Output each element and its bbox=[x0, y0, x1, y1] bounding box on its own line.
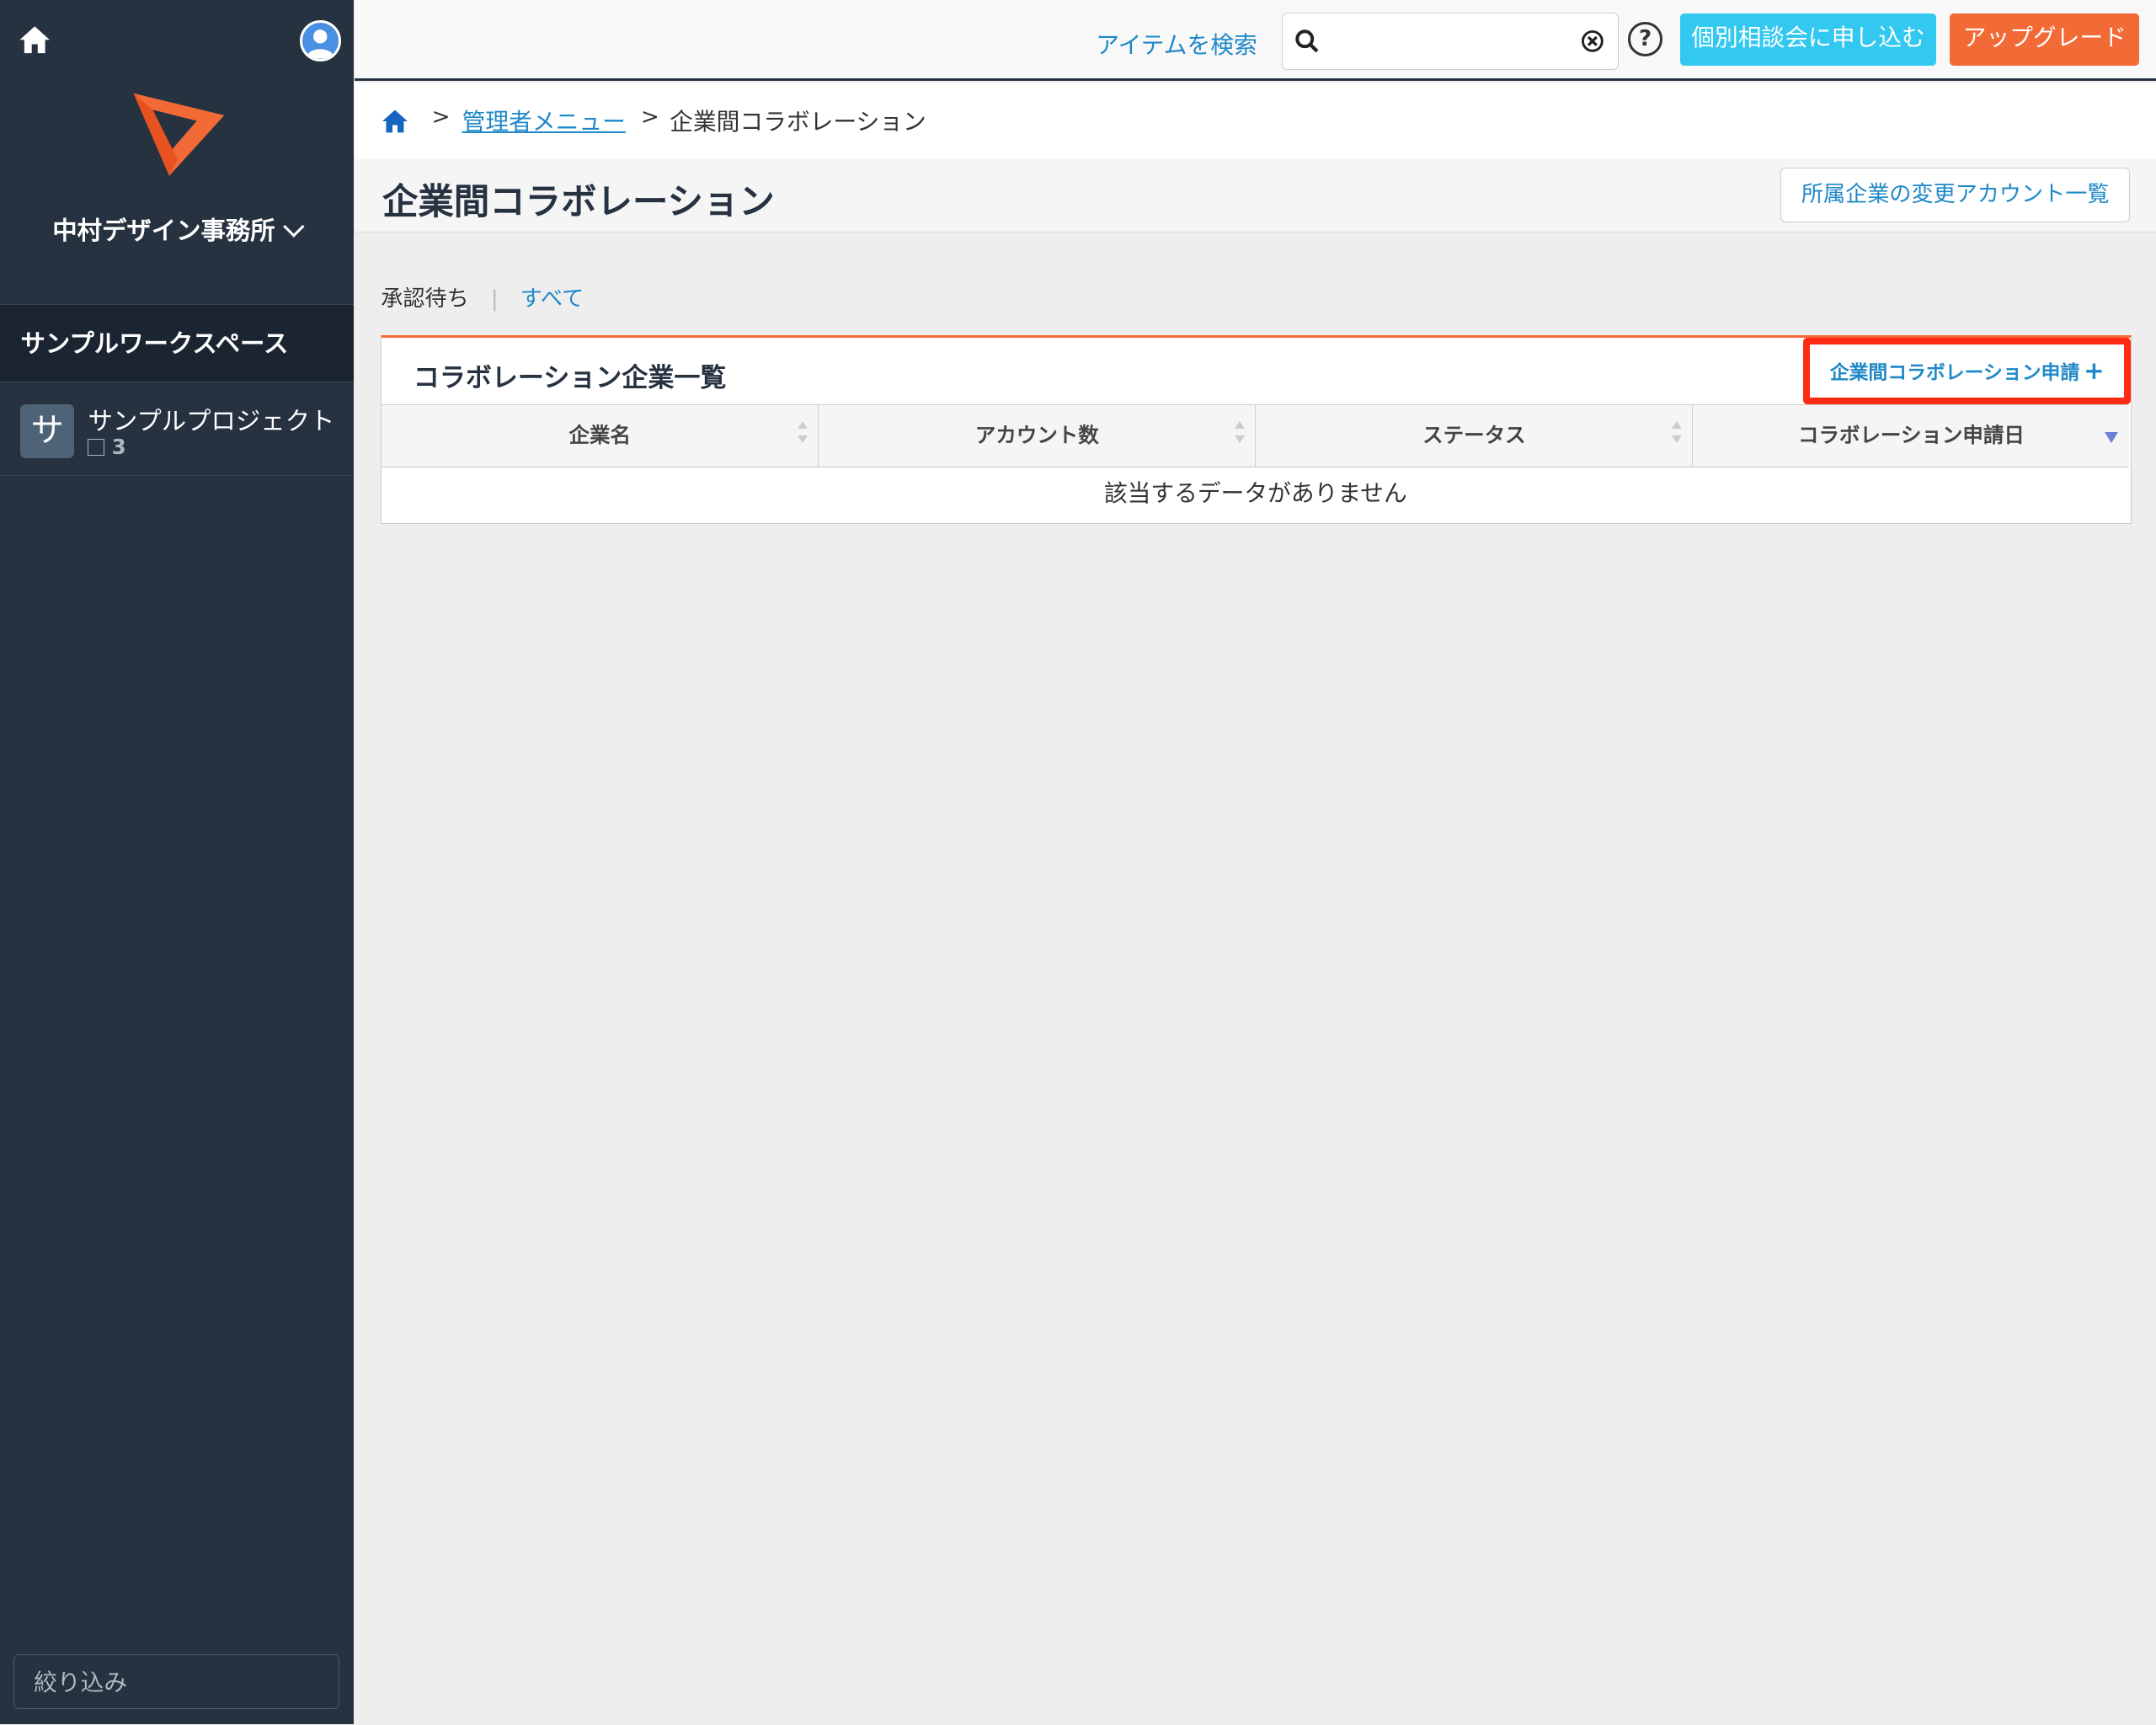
sort-icon bbox=[797, 421, 808, 449]
column-header-request-date[interactable]: コラボレーション申請日 bbox=[1693, 405, 2129, 467]
breadcrumb-home-icon[interactable] bbox=[380, 106, 410, 136]
upgrade-button[interactable]: アップグレード bbox=[1950, 13, 2140, 67]
app-logo bbox=[133, 93, 225, 176]
collaboration-request-button[interactable]: 企業間コラボレーション申請 + bbox=[1803, 338, 2132, 404]
sidebar-item-project[interactable]: サ サンプルプロジェクト 3 bbox=[0, 385, 354, 476]
title-bar: 企業間コラボレーション 所属企業の変更アカウント一覧 bbox=[355, 159, 2156, 232]
column-header-account-count[interactable]: アカウント数 bbox=[819, 404, 1257, 467]
column-label: アカウント数 bbox=[974, 422, 1099, 447]
workspace-header[interactable]: サンプルワークスペース bbox=[0, 303, 354, 382]
collaboration-companies-card: コラボレーション企業一覧 企業間コラボレーション申請 + 企業名 アカウント数 ス… bbox=[381, 335, 2132, 525]
sort-icon bbox=[1671, 421, 1683, 449]
project-name: サンプルプロジェクト bbox=[88, 406, 335, 435]
user-avatar[interactable] bbox=[299, 20, 341, 62]
checkbox-icon bbox=[88, 438, 105, 456]
card-title: コラボレーション企業一覧 bbox=[413, 362, 727, 393]
breadcrumb: > 管理者メニュー > 企業間コラボレーション bbox=[355, 82, 2156, 160]
empty-table-message: 該当するデータがありません bbox=[1103, 478, 1407, 507]
filter-input[interactable]: 絞り込み bbox=[13, 1654, 340, 1710]
breadcrumb-admin-menu-link[interactable]: 管理者メニュー bbox=[462, 103, 626, 136]
sort-icon bbox=[1234, 421, 1246, 449]
task-count-value: 3 bbox=[111, 434, 126, 459]
top-bar: アイテムを検索 ? 個別相談会に申し込む アップグレード bbox=[355, 0, 2156, 82]
breadcrumb-current: 企業間コラボレーション bbox=[670, 108, 926, 136]
help-icon[interactable]: ? bbox=[1628, 22, 1662, 56]
changed-accounts-button[interactable]: 所属企業の変更アカウント一覧 bbox=[1780, 168, 2131, 223]
tab-all[interactable]: すべて bbox=[520, 286, 584, 312]
status-filter-tabs: 承認待ち | すべて bbox=[381, 280, 584, 312]
breadcrumb-separator: > bbox=[431, 104, 451, 131]
search-box[interactable] bbox=[1281, 12, 1619, 71]
organization-selector[interactable]: 中村デザイン事務所 bbox=[0, 211, 354, 247]
organization-name: 中村デザイン事務所 bbox=[52, 216, 275, 246]
search-icon bbox=[1295, 29, 1319, 53]
plus-icon: + bbox=[2084, 356, 2105, 386]
clear-search-icon[interactable] bbox=[1581, 29, 1604, 53]
chevron-down-icon bbox=[283, 216, 305, 238]
column-label: 企業名 bbox=[568, 422, 631, 447]
column-header-company[interactable]: 企業名 bbox=[382, 404, 819, 467]
search-input[interactable] bbox=[1331, 21, 1572, 63]
breadcrumb-separator: > bbox=[640, 104, 659, 131]
tab-pending[interactable]: 承認待ち bbox=[381, 286, 468, 312]
tab-divider: | bbox=[490, 286, 499, 312]
column-label: ステータス bbox=[1422, 422, 1526, 447]
column-label: コラボレーション申請日 bbox=[1797, 422, 2025, 447]
sort-desc-icon bbox=[2105, 432, 2119, 444]
home-icon[interactable] bbox=[17, 22, 52, 57]
project-task-count: 3 bbox=[88, 434, 126, 459]
sidebar: 中村デザイン事務所 サンプルワークスペース サ サンプルプロジェクト 3 絞り込… bbox=[0, 0, 354, 1725]
project-icon: サ bbox=[20, 403, 75, 458]
column-header-status[interactable]: ステータス bbox=[1256, 404, 1694, 467]
table-header: 企業名 アカウント数 ステータス コラボレーション申請日 bbox=[382, 403, 2130, 467]
page-title: 企業間コラボレーション bbox=[382, 181, 775, 223]
search-items-link[interactable]: アイテムを検索 bbox=[1096, 26, 1257, 60]
collaboration-request-label: 企業間コラボレーション申請 bbox=[1829, 362, 2080, 385]
consultation-button[interactable]: 個別相談会に申し込む bbox=[1680, 13, 1936, 67]
